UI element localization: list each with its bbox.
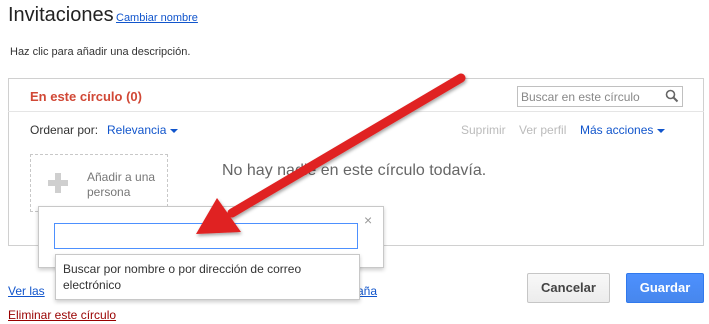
delete-circle-link[interactable]: Eliminar este círculo — [8, 308, 116, 322]
delete-action[interactable]: Suprimir — [461, 123, 506, 137]
sort-label: Ordenar por: — [30, 123, 99, 137]
more-actions-dropdown[interactable]: Más acciones — [580, 123, 666, 137]
suggestion-text: Buscar por nombre o por dirección de cor… — [63, 262, 302, 292]
sort-dropdown[interactable]: Relevancia — [107, 123, 179, 137]
add-person-label: Añadir a una persona — [87, 170, 156, 199]
search-icon[interactable] — [665, 89, 679, 103]
empty-circle-message: No hay nadie en este círculo todavía. — [222, 162, 487, 179]
description-placeholder[interactable]: Haz clic para añadir una descripción. — [10, 46, 190, 58]
plus-icon-bar — [48, 180, 68, 186]
chevron-down-icon — [657, 128, 666, 133]
chevron-down-icon — [170, 128, 179, 133]
circle-search-input[interactable] — [518, 87, 663, 106]
add-person-input[interactable] — [54, 223, 358, 249]
rename-link[interactable]: Cambiar nombre — [116, 12, 198, 24]
view-link[interactable]: Ver las — [8, 284, 45, 298]
more-actions-label: Más acciones — [580, 123, 654, 137]
circle-search-box[interactable] — [517, 86, 683, 107]
save-button[interactable]: Guardar — [626, 273, 704, 303]
cancel-button[interactable]: Cancelar — [527, 273, 610, 303]
add-link[interactable]: aña — [357, 284, 377, 298]
page-title: Invitaciones — [8, 4, 114, 26]
view-profile-action[interactable]: Ver perfil — [519, 123, 566, 137]
sort-value: Relevancia — [107, 123, 167, 137]
circle-count-label: En este círculo (0) — [30, 89, 142, 104]
close-icon[interactable]: × — [364, 212, 372, 228]
